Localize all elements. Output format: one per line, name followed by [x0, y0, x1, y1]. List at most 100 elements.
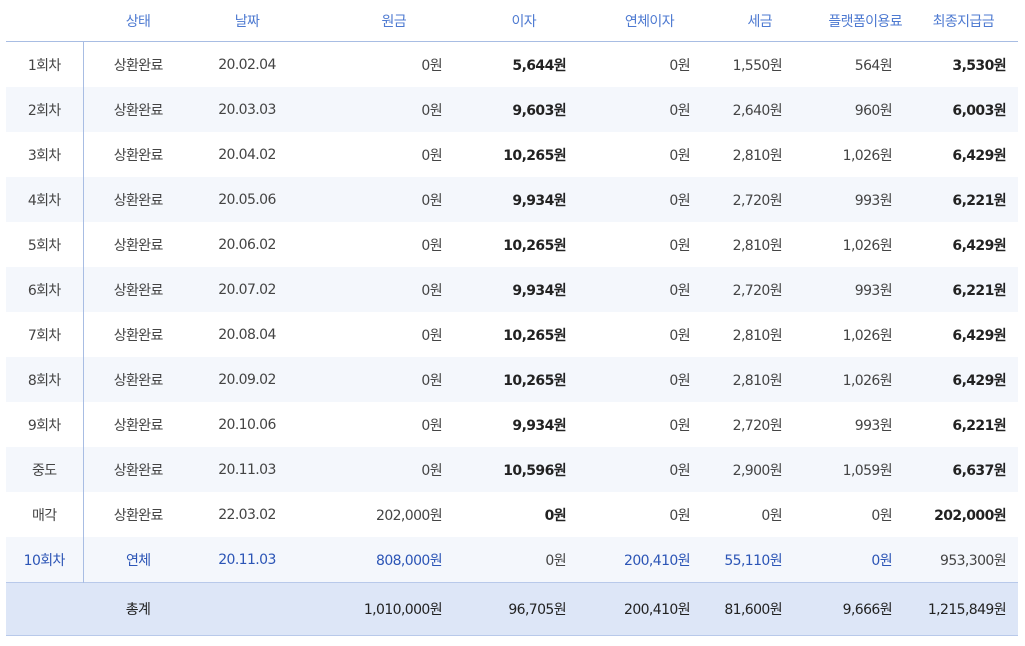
row-status: 상환완료 — [113, 147, 164, 164]
row-final-payment: 6,429원 — [952, 147, 1006, 164]
row-platform-fee: 1,026원 — [794, 357, 904, 402]
table-row-overdue: 10회차 연체 20.11.03 808,000원 0원 200,410원 55… — [6, 537, 1018, 583]
row-principal: 0원 — [301, 177, 454, 222]
row-final-payment: 6,429원 — [952, 327, 1006, 344]
row-status: 상환완료 — [83, 267, 193, 312]
row-date: 20.07.02 — [193, 267, 301, 312]
row-tax: 2,810원 — [702, 357, 794, 402]
table-row: 1회차 상환완료 20.02.04 0원 5,644원 0원 1,550원 56… — [6, 41, 1018, 87]
table-row: 매각 상환완료 22.03.02 202,000원 0원 0원 0원 0원 20… — [6, 492, 1018, 537]
row-status: 상환완료 — [113, 237, 164, 254]
row-platform-fee: 1,026원 — [842, 327, 893, 344]
table-row: 8회차 상환완료 20.09.02 0원 10,265원 0원 2,810원 1… — [6, 357, 1018, 402]
row-interest: 9,934원 — [454, 267, 578, 312]
table-row: 6회차 상환완료 20.07.02 0원 9,934원 0원 2,720원 99… — [6, 267, 1018, 312]
header-final-payment: 최종지급금 — [904, 0, 1018, 42]
row-label: 8회차 — [6, 357, 84, 402]
row-label: 1회차 — [6, 41, 84, 87]
row-final-payment: 6,221원 — [904, 177, 1018, 222]
header-tax: 세금 — [702, 0, 794, 42]
row-overdue-interest: 0원 — [669, 237, 690, 254]
row-tax: 2,720원 — [732, 417, 783, 434]
row-label: 2회차 — [6, 87, 84, 132]
total-interest: 96,705원 — [454, 582, 578, 636]
row-label: 9회차 — [6, 402, 84, 447]
row-date: 20.09.02 — [193, 357, 301, 402]
row-tax: 2,640원 — [702, 87, 794, 132]
row-date: 20.11.03 — [193, 447, 301, 492]
row-label: 4회차 — [6, 177, 84, 222]
row-tax: 2,720원 — [702, 267, 794, 312]
row-final-payment: 6,637원 — [904, 447, 1018, 492]
row-label: 6회차 — [6, 267, 84, 312]
row-principal: 0원 — [301, 357, 454, 402]
row-label: 10회차 — [6, 537, 84, 583]
row-interest: 9,934원 — [454, 177, 578, 222]
row-label: 5회차 — [6, 222, 84, 267]
row-principal: 0원 — [301, 267, 454, 312]
header-interest: 이자 — [454, 0, 578, 42]
row-platform-fee: 993원 — [854, 417, 893, 434]
row-label: 3회차 — [6, 132, 84, 177]
row-label: 매각 — [6, 492, 84, 537]
row-principal: 0원 — [301, 447, 454, 492]
row-tax: 2,810원 — [732, 327, 783, 344]
header-overdue-interest: 연체이자 — [578, 0, 702, 42]
row-principal: 0원 — [421, 417, 442, 434]
row-interest: 10,596원 — [454, 447, 578, 492]
row-overdue-interest: 0원 — [578, 267, 702, 312]
row-principal: 0원 — [421, 327, 442, 344]
row-platform-fee: 960원 — [794, 87, 904, 132]
row-final-payment: 6,003원 — [904, 87, 1018, 132]
row-interest: 5,644원 — [512, 57, 566, 74]
row-status: 상환완료 — [113, 507, 164, 524]
row-tax: 55,110원 — [702, 537, 794, 583]
total-tax: 81,600원 — [702, 582, 794, 636]
table-row: 3회차 상환완료 20.04.02 0원 10,265원 0원 2,810원 1… — [6, 132, 1018, 177]
table-row: 7회차 상환완료 20.08.04 0원 10,265원 0원 2,810원 1… — [6, 312, 1018, 357]
total-principal: 1,010,000원 — [301, 582, 454, 636]
table-row: 5회차 상환완료 20.06.02 0원 10,265원 0원 2,810원 1… — [6, 222, 1018, 267]
total-spacer — [6, 582, 83, 636]
row-platform-fee: 993원 — [794, 177, 904, 222]
header-date: 날짜 — [193, 0, 301, 42]
row-tax: 2,810원 — [732, 237, 783, 254]
row-platform-fee: 0원 — [794, 537, 904, 583]
header-platform-fee: 플랫폼이용료 — [794, 0, 904, 42]
row-date: 20.10.06 — [218, 416, 276, 433]
row-date: 20.06.02 — [218, 236, 276, 253]
row-final-payment: 953,300원 — [904, 537, 1018, 583]
row-overdue-interest: 0원 — [669, 507, 690, 524]
row-tax: 1,550원 — [732, 57, 783, 74]
row-interest: 0원 — [454, 537, 578, 583]
row-overdue-interest: 0원 — [578, 357, 702, 402]
row-platform-fee: 1,026원 — [842, 237, 893, 254]
row-principal: 0원 — [301, 87, 454, 132]
row-interest: 10,265원 — [503, 327, 566, 344]
row-tax: 2,900원 — [702, 447, 794, 492]
table-row: 중도 상환완료 20.11.03 0원 10,596원 0원 2,900원 1,… — [6, 447, 1018, 492]
row-overdue-interest: 0원 — [578, 177, 702, 222]
total-date-empty — [193, 582, 301, 636]
row-date: 20.02.04 — [218, 56, 276, 73]
total-label: 총계 — [83, 582, 193, 636]
total-final-payment: 1,215,849원 — [904, 582, 1018, 636]
row-final-payment: 202,000원 — [934, 507, 1006, 524]
row-overdue-interest: 0원 — [669, 417, 690, 434]
row-overdue-interest: 0원 — [669, 57, 690, 74]
row-overdue-interest: 0원 — [669, 147, 690, 164]
row-date: 20.04.02 — [218, 146, 276, 163]
row-platform-fee: 0원 — [871, 507, 892, 524]
row-date: 20.11.03 — [193, 537, 301, 583]
row-principal: 0원 — [421, 237, 442, 254]
header-principal: 원금 — [301, 0, 454, 42]
row-final-payment: 6,221원 — [952, 417, 1006, 434]
table-row: 2회차 상환완료 20.03.03 0원 9,603원 0원 2,640원 96… — [6, 87, 1018, 132]
row-status: 상환완료 — [113, 57, 164, 74]
row-platform-fee: 564원 — [854, 57, 893, 74]
row-status: 상환완료 — [83, 447, 193, 492]
row-label: 중도 — [6, 447, 84, 492]
row-final-payment: 6,221원 — [904, 267, 1018, 312]
repayment-table: 상태 날짜 원금 이자 연체이자 세금 플랫폼이용료 최종지급금 1회차 상환완… — [6, 0, 1018, 636]
row-principal: 0원 — [421, 147, 442, 164]
